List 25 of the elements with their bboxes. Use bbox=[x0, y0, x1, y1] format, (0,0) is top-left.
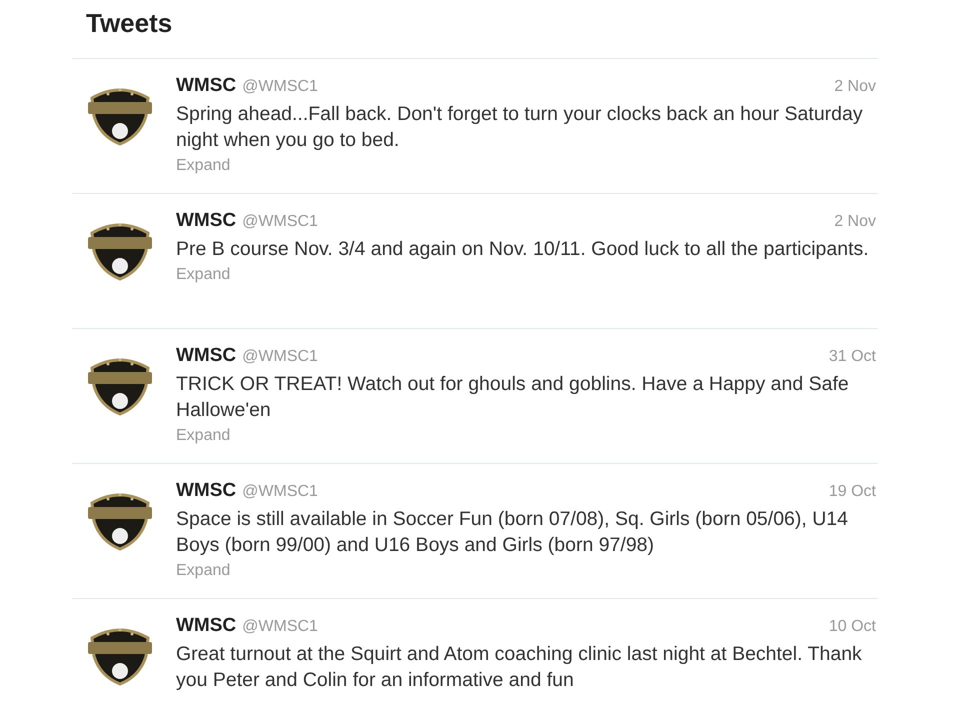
account-name[interactable]: WMSC bbox=[176, 210, 236, 232]
tweet-text: TRICK OR TREAT! Watch out for ghouls and goblins. Have a Happy and Safe Hallowe'en bbox=[176, 372, 850, 423]
account-name[interactable]: WMSC bbox=[176, 75, 236, 97]
account-handle[interactable]: @WMSC1 bbox=[242, 483, 318, 501]
expand-link[interactable]: Expand bbox=[176, 266, 230, 284]
expand-link[interactable]: Expand bbox=[176, 562, 230, 580]
tweet-text: Space is still available in Soccer Fun (born 07/08), Sq. Girls (born 05/06), U14 Boys (born 99/00) and U16 Boys and Girls (born 97/98) bbox=[176, 507, 849, 558]
tweet-text: Great turnout at the Squirt and Atom coaching clinic last night at Bechtel. Thank you Peter and Colin for an informative and fun bbox=[176, 642, 863, 693]
tweet-text: Pre B course Nov. 3/4 and again on Nov. 10/11. Good luck to all the participants. bbox=[176, 237, 870, 262]
account-handle[interactable]: @WMSC1 bbox=[242, 348, 318, 366]
account-name[interactable]: WMSC bbox=[176, 615, 236, 637]
account-handle[interactable]: @WMSC1 bbox=[242, 213, 318, 231]
tweet-date[interactable]: 10 Oct bbox=[828, 618, 876, 636]
tweet-date[interactable]: 19 Oct bbox=[828, 483, 876, 501]
account-name[interactable]: WMSC bbox=[176, 480, 236, 502]
account-handle[interactable]: @WMSC1 bbox=[242, 618, 318, 636]
tweet-text: Spring ahead...Fall back. Don't forget to turn your clocks back an hour Saturday night when you go to bed. bbox=[176, 102, 864, 153]
account-handle[interactable]: @WMSC1 bbox=[242, 78, 318, 96]
account-name[interactable]: WMSC bbox=[176, 345, 236, 367]
tweet-date[interactable]: 31 Oct bbox=[828, 348, 876, 366]
tweet-date[interactable]: 2 Nov bbox=[834, 213, 876, 231]
expand-link[interactable]: Expand bbox=[176, 427, 230, 445]
expand-link[interactable]: Expand bbox=[176, 157, 230, 175]
section-heading: Tweets bbox=[72, 0, 878, 59]
tweet-date[interactable]: 2 Nov bbox=[834, 78, 876, 96]
